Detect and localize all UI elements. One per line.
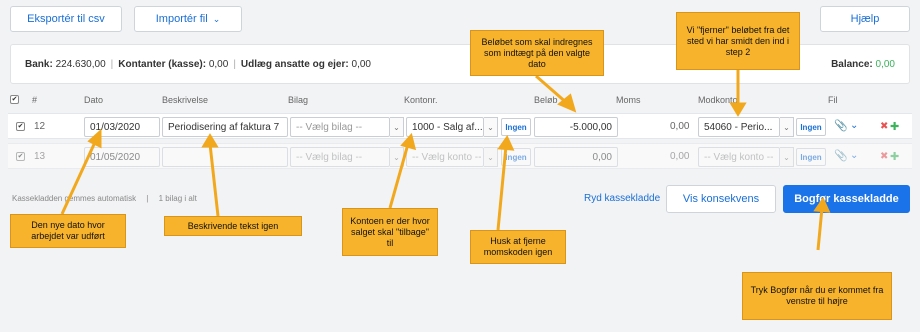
cash-label: Kontanter (kasse):: [118, 58, 207, 70]
balance: Balance: 0,00: [831, 59, 895, 70]
select-all-checkbox[interactable]: ✔: [10, 95, 19, 104]
account-select[interactable]: 1000 - Salg af...: [406, 117, 484, 137]
chevron-down-icon[interactable]: ⌄: [850, 120, 858, 131]
annotation-book: Tryk Bogfør når du er kommet fra venstre…: [742, 272, 892, 320]
header-file: Fil: [828, 95, 838, 105]
attachment-select[interactable]: -- Vælg bilag --: [290, 117, 390, 137]
footer-status: Kassekladden gemmes automatisk | 1 bilag…: [12, 194, 197, 203]
row-checkbox[interactable]: ✔: [16, 152, 25, 161]
balance-value: 0,00: [875, 58, 895, 70]
vat-code-button[interactable]: Ingen: [501, 118, 531, 136]
annotation-date: Den nye dato hvor arbejdet var udført: [10, 214, 126, 248]
row-number: 13: [34, 151, 46, 162]
bank-label: Bank:: [25, 58, 53, 70]
paperclip-icon[interactable]: 📎: [834, 149, 848, 162]
footer-separator: |: [146, 194, 149, 203]
vat-value: 0,00: [670, 151, 690, 162]
date-input[interactable]: 01/05/2020: [84, 147, 160, 167]
header-date: Dato: [84, 95, 104, 105]
annotation-description: Beskrivende tekst igen: [164, 216, 302, 236]
chevron-down-icon[interactable]: ⌄: [390, 117, 404, 137]
header-counter-account: Modkonto: [698, 95, 738, 105]
book-journal-button[interactable]: Bogfør kassekladde: [783, 185, 910, 213]
chevron-down-icon[interactable]: ⌄: [390, 147, 404, 167]
add-icon[interactable]: ✚: [890, 150, 899, 163]
summary-separator: |: [110, 58, 114, 70]
annotation-amount: Beløbet som skal indregnes som indtægt p…: [470, 30, 604, 76]
export-csv-button[interactable]: Eksportér til csv: [10, 6, 122, 32]
clear-journal-link[interactable]: Ryd kassekladde: [584, 193, 660, 204]
annotation-vat: Husk at fjerne momskoden igen: [470, 230, 566, 264]
add-icon[interactable]: ✚: [890, 120, 899, 133]
autosave-text: Kassekladden gemmes automatisk: [12, 194, 137, 203]
bank-value: 224.630,00: [55, 58, 106, 70]
vat-code-button[interactable]: Ingen: [501, 148, 531, 166]
counter-vat-code-button[interactable]: Ingen: [796, 148, 826, 166]
header-num: #: [32, 95, 38, 105]
balance-label: Balance:: [831, 58, 873, 70]
chevron-down-icon[interactable]: ⌄: [484, 147, 498, 167]
delete-icon[interactable]: ✖: [880, 121, 888, 132]
date-input[interactable]: 01/03/2020: [84, 117, 160, 137]
row-number: 12: [34, 121, 46, 132]
header-description: Beskrivelse: [162, 95, 209, 105]
delete-icon[interactable]: ✖: [880, 151, 888, 162]
table-row: ✔ 12 01/03/2020 Periodisering af faktura…: [8, 113, 912, 139]
description-input[interactable]: [162, 147, 288, 167]
attachment-select[interactable]: -- Vælg bilag --: [290, 147, 390, 167]
header-attachment: Bilag: [288, 95, 309, 105]
import-file-button[interactable]: Importér fil ⌄: [134, 6, 242, 32]
help-button[interactable]: Hjælp: [820, 6, 910, 32]
amount-input[interactable]: -5.000,00: [534, 117, 618, 137]
counter-account-select[interactable]: -- Vælg konto --: [698, 147, 780, 167]
chevron-down-icon[interactable]: ⌄: [780, 147, 794, 167]
header-amount: Beløb: [534, 95, 558, 105]
table-row: ✔ 13 01/05/2020 -- Vælg bilag -- ⌄ -- Væ…: [8, 143, 912, 169]
chevron-down-icon[interactable]: ⌄: [484, 117, 498, 137]
show-effect-button[interactable]: Vis konsekvens: [666, 185, 776, 213]
arrowhead: [557, 93, 577, 113]
counter-account-select[interactable]: 54060 - Perio...: [698, 117, 780, 137]
amount-input[interactable]: 0,00: [534, 147, 618, 167]
expenses-label: Udlæg ansatte og ejer:: [240, 58, 349, 70]
row-checkbox[interactable]: ✔: [16, 122, 25, 131]
import-file-label: Importér fil: [155, 13, 208, 25]
paperclip-icon[interactable]: 📎: [834, 119, 848, 132]
summary-separator: |: [233, 58, 236, 70]
expenses-value: 0,00: [351, 58, 371, 70]
chevron-down-icon: ⌄: [212, 13, 221, 24]
header-account: Kontonr.: [404, 95, 438, 105]
chevron-down-icon[interactable]: ⌄: [850, 150, 858, 161]
cash-value: 0,00: [208, 58, 229, 70]
annotation-counter-account: Vi "fjerner" beløbet fra det sted vi har…: [676, 12, 800, 70]
account-select[interactable]: -- Vælg konto --: [406, 147, 484, 167]
annotation-account: Kontoen er der hvor salget skal "tilbage…: [342, 208, 438, 256]
chevron-down-icon[interactable]: ⌄: [780, 117, 794, 137]
vat-value: 0,00: [670, 121, 690, 132]
header-vat: Moms: [616, 95, 641, 105]
description-input[interactable]: Periodisering af faktura 7: [162, 117, 288, 137]
counter-vat-code-button[interactable]: Ingen: [796, 118, 826, 136]
voucher-count-text: 1 bilag i alt: [158, 194, 197, 203]
arrow-line: [816, 207, 824, 251]
